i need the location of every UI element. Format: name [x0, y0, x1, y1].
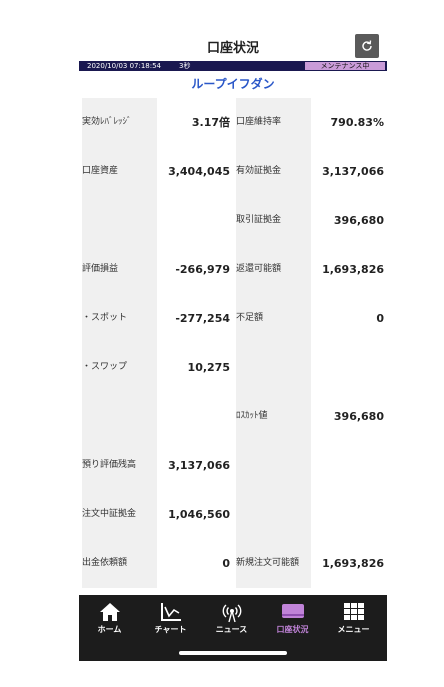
row-value: 3,137,066	[322, 165, 384, 178]
table-row: 出金依頼額 0 新規注文可能額 1,693,826	[79, 539, 387, 588]
nav-chart[interactable]: チャート	[140, 601, 201, 641]
row-value	[311, 343, 384, 392]
row-value	[157, 196, 230, 245]
row-value: -266,979	[175, 263, 230, 276]
nav-label: メニュー	[337, 625, 370, 634]
row-label: 新規注文可能額	[236, 539, 311, 588]
row-value: 10,275	[187, 361, 230, 374]
nav-label: チャート	[154, 625, 187, 634]
maintenance-badge: メンテナンス中	[305, 62, 385, 70]
refresh-button[interactable]	[355, 34, 379, 58]
table-row: 取引証拠金 396,680	[79, 196, 387, 245]
app-screen: 口座状況 2020/10/03 07:18:54 3秒 メンテナンス中 ループイ…	[79, 28, 387, 661]
row-value: 3.17倍	[191, 116, 230, 129]
row-label	[82, 392, 157, 441]
row-value: 396,680	[333, 410, 384, 423]
table-row: 実効ﾚﾊﾞﾚｯｼﾞ 3.17倍 口座維持率 790.83%	[79, 98, 387, 147]
status-bar: 2020/10/03 07:18:54 3秒 メンテナンス中	[79, 61, 387, 71]
row-label: ﾛｽｶｯﾄ値	[236, 392, 311, 441]
row-value	[311, 490, 384, 539]
row-value: 3,137,066	[168, 459, 230, 472]
row-label	[236, 441, 311, 490]
row-value: -277,254	[175, 312, 230, 325]
update-timestamp: 2020/10/03 07:18:54	[87, 62, 162, 70]
row-value: 1,693,826	[322, 263, 384, 276]
nav-news[interactable]: ニュース	[201, 601, 262, 641]
row-label: 出金依頼額	[82, 539, 157, 588]
row-value: 3,404,045	[168, 165, 230, 178]
header: 口座状況	[79, 28, 387, 61]
table-row: ﾛｽｶｯﾄ値 396,680	[79, 392, 387, 441]
row-label: 注文中証拠金	[82, 490, 157, 539]
row-value: 396,680	[333, 214, 384, 227]
bottom-nav: ホーム チャート ニュース 口座状況 メニュー	[79, 595, 387, 661]
row-label: ・スワップ	[82, 343, 157, 392]
row-label	[236, 490, 311, 539]
chart-icon	[160, 603, 181, 621]
row-label: 不足額	[236, 294, 311, 343]
page-title: 口座状況	[206, 41, 259, 56]
row-label	[236, 343, 311, 392]
refresh-icon	[362, 40, 372, 51]
row-label: ・スポット	[82, 294, 157, 343]
nav-label: ニュース	[215, 625, 248, 634]
row-value: 1,046,560	[168, 508, 230, 521]
row-label: 実効ﾚﾊﾞﾚｯｼﾞ	[82, 98, 157, 147]
row-value: 0	[376, 312, 384, 325]
home-indicator[interactable]	[179, 651, 287, 655]
row-label	[82, 196, 157, 245]
refresh-interval: 3秒	[179, 62, 191, 70]
nav-label: ホーム	[97, 625, 122, 634]
table-row: ・スポット -277,254 不足額 0	[79, 294, 387, 343]
nav-home[interactable]: ホーム	[79, 601, 140, 641]
table-row: 預り評価残高 3,137,066	[79, 441, 387, 490]
row-value	[157, 392, 230, 441]
nav-menu[interactable]: メニュー	[323, 601, 384, 641]
row-label: 有効証拠金	[236, 147, 311, 196]
nav-label: 口座状況	[276, 625, 309, 634]
home-icon	[99, 603, 120, 621]
row-label: 預り評価残高	[82, 441, 157, 490]
table-row: ・スワップ 10,275	[79, 343, 387, 392]
menu-grid-icon	[343, 603, 364, 620]
account-icon	[281, 604, 304, 618]
table-row: 評価損益 -266,979 返還可能額 1,693,826	[79, 245, 387, 294]
row-label: 取引証拠金	[236, 196, 311, 245]
row-label: 評価損益	[82, 245, 157, 294]
nav-account-status[interactable]: 口座状況	[262, 601, 323, 641]
row-label: 返還可能額	[236, 245, 311, 294]
row-value: 790.83%	[330, 116, 384, 129]
table-row: 口座資産 3,404,045 有効証拠金 3,137,066	[79, 147, 387, 196]
row-value: 0	[222, 557, 230, 570]
broadcast-icon	[222, 604, 241, 623]
account-name: ループイフダン	[191, 77, 275, 91]
table-row: 注文中証拠金 1,046,560	[79, 490, 387, 539]
row-label: 口座維持率	[236, 98, 311, 147]
row-value	[311, 441, 384, 490]
row-value: 1,693,826	[322, 557, 384, 570]
row-label: 口座資産	[82, 147, 157, 196]
